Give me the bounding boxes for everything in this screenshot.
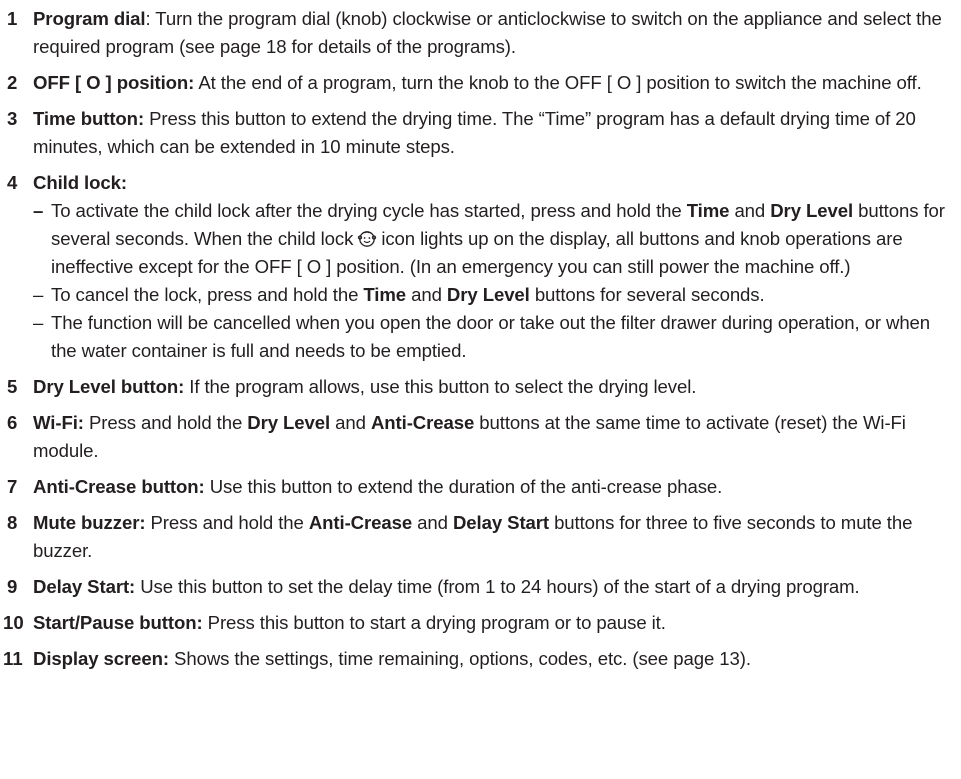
item-number: 1 <box>7 8 18 29</box>
item-body: Dry Level button: If the program allows,… <box>33 373 949 401</box>
list-item-off-position: 2 OFF [ O ] position: At the end of a pr… <box>7 69 949 97</box>
list-item-wifi: 6 Wi-Fi: Press and hold the Dry Level an… <box>7 409 949 465</box>
list-item-child-lock: 4 Child lock: – To activate the child lo… <box>7 169 949 365</box>
item-title: Start/Pause button: <box>33 612 203 633</box>
item-title: Delay Start: <box>33 576 136 597</box>
sub-item-text: To cancel the lock, press and hold the T… <box>51 281 949 309</box>
text-run: Press and hold the <box>83 412 248 433</box>
bold-run: Time <box>686 200 730 221</box>
item-title: Program dial <box>33 8 146 29</box>
item-body: Wi-Fi: Press and hold the Dry Level and … <box>33 409 949 465</box>
text-run: Press and hold the <box>145 512 309 533</box>
item-body: Program dial: Turn the program dial (kno… <box>33 5 949 61</box>
list-item-display-screen: 11 Display screen: Shows the settings, t… <box>3 645 949 673</box>
bold-run: Dry Level <box>247 412 331 433</box>
dash-bullet: – <box>33 312 44 333</box>
item-body: Time button: Press this button to extend… <box>33 105 949 161</box>
bold-run: Dry Level <box>770 200 854 221</box>
text-run: and <box>729 200 771 221</box>
item-text: Press this button to extend the drying t… <box>33 108 916 157</box>
sub-item-text: To activate the child lock after the dry… <box>51 197 949 281</box>
sub-item-auto-cancel: – The function will be cancelled when yo… <box>33 309 949 365</box>
list-item-dry-level: 5 Dry Level button: If the program allow… <box>7 373 949 401</box>
item-number: 5 <box>7 376 18 397</box>
text-run: To activate the child lock after the dry… <box>51 200 687 221</box>
item-number: 11 <box>3 648 23 669</box>
bold-run: Time <box>363 284 407 305</box>
item-title: OFF [ O ] position: <box>33 72 195 93</box>
item-text: Turn the program dial (knob) clockwise o… <box>33 8 942 57</box>
text-run: buttons for several seconds. <box>529 284 765 305</box>
item-title: Mute buzzer: <box>33 512 146 533</box>
text-run: To cancel the lock, press and hold the <box>51 284 364 305</box>
item-title: Time button: <box>33 108 145 129</box>
item-title: Anti-Crease button: <box>33 476 205 497</box>
item-title: Wi-Fi: <box>33 412 84 433</box>
dash-bullet: – <box>33 200 44 221</box>
sub-item-cancel: – To cancel the lock, press and hold the… <box>33 281 949 309</box>
item-title: Child lock: <box>33 172 127 193</box>
item-text: If the program allows, use this button t… <box>184 376 697 397</box>
item-text: Press this button to start a drying prog… <box>202 612 666 633</box>
sub-list: – To activate the child lock after the d… <box>33 197 949 365</box>
item-body: Mute buzzer: Press and hold the Anti-Cre… <box>33 509 949 565</box>
document-page: 1 Program dial: Turn the program dial (k… <box>0 0 961 779</box>
item-body: Display screen: Shows the settings, time… <box>33 645 949 673</box>
child-lock-icon <box>358 231 377 247</box>
item-number: 6 <box>7 412 18 433</box>
item-title: Dry Level button: <box>33 376 185 397</box>
item-body: Delay Start: Use this button to set the … <box>33 573 949 601</box>
item-body: Start/Pause button: Press this button to… <box>33 609 949 637</box>
list-item-mute-buzzer: 8 Mute buzzer: Press and hold the Anti-C… <box>7 509 949 565</box>
item-body: Child lock: – To activate the child lock… <box>33 169 949 365</box>
bold-run: Delay Start <box>452 512 549 533</box>
item-number: 10 <box>3 612 24 633</box>
sub-item-text: The function will be cancelled when you … <box>51 312 931 361</box>
item-title: Display screen: <box>33 648 169 669</box>
item-number: 8 <box>7 512 18 533</box>
item-text: Shows the settings, time remaining, opti… <box>168 648 751 669</box>
list-item-program-dial: 1 Program dial: Turn the program dial (k… <box>7 5 949 61</box>
list-item-start-pause: 10 Start/Pause button: Press this button… <box>3 609 949 637</box>
item-separator: : <box>145 8 156 29</box>
item-body: OFF [ O ] position: At the end of a prog… <box>33 69 949 97</box>
bold-run: Anti-Crease <box>370 412 475 433</box>
item-number: 9 <box>7 576 18 597</box>
text-run: and <box>406 284 447 305</box>
bold-run: Anti-Crease <box>308 512 413 533</box>
list-item-time-button: 3 Time button: Press this button to exte… <box>7 105 949 161</box>
item-text: At the end of a program, turn the knob t… <box>194 72 922 93</box>
text-run: and <box>412 512 453 533</box>
item-number: 3 <box>7 108 18 129</box>
list-item-delay-start: 9 Delay Start: Use this button to set th… <box>7 573 949 601</box>
dash-bullet: – <box>33 284 44 305</box>
list-item-anti-crease: 7 Anti-Crease button: Use this button to… <box>7 473 949 501</box>
item-text: Use this button to extend the duration o… <box>204 476 723 497</box>
item-number: 2 <box>7 72 18 93</box>
item-number: 7 <box>7 476 18 497</box>
sub-item-activate: – To activate the child lock after the d… <box>33 197 949 281</box>
item-body: Anti-Crease button: Use this button to e… <box>33 473 949 501</box>
item-text: Use this button to set the delay time (f… <box>135 576 860 597</box>
text-run: and <box>330 412 371 433</box>
bold-run: Dry Level <box>446 284 530 305</box>
item-number: 4 <box>7 172 18 193</box>
